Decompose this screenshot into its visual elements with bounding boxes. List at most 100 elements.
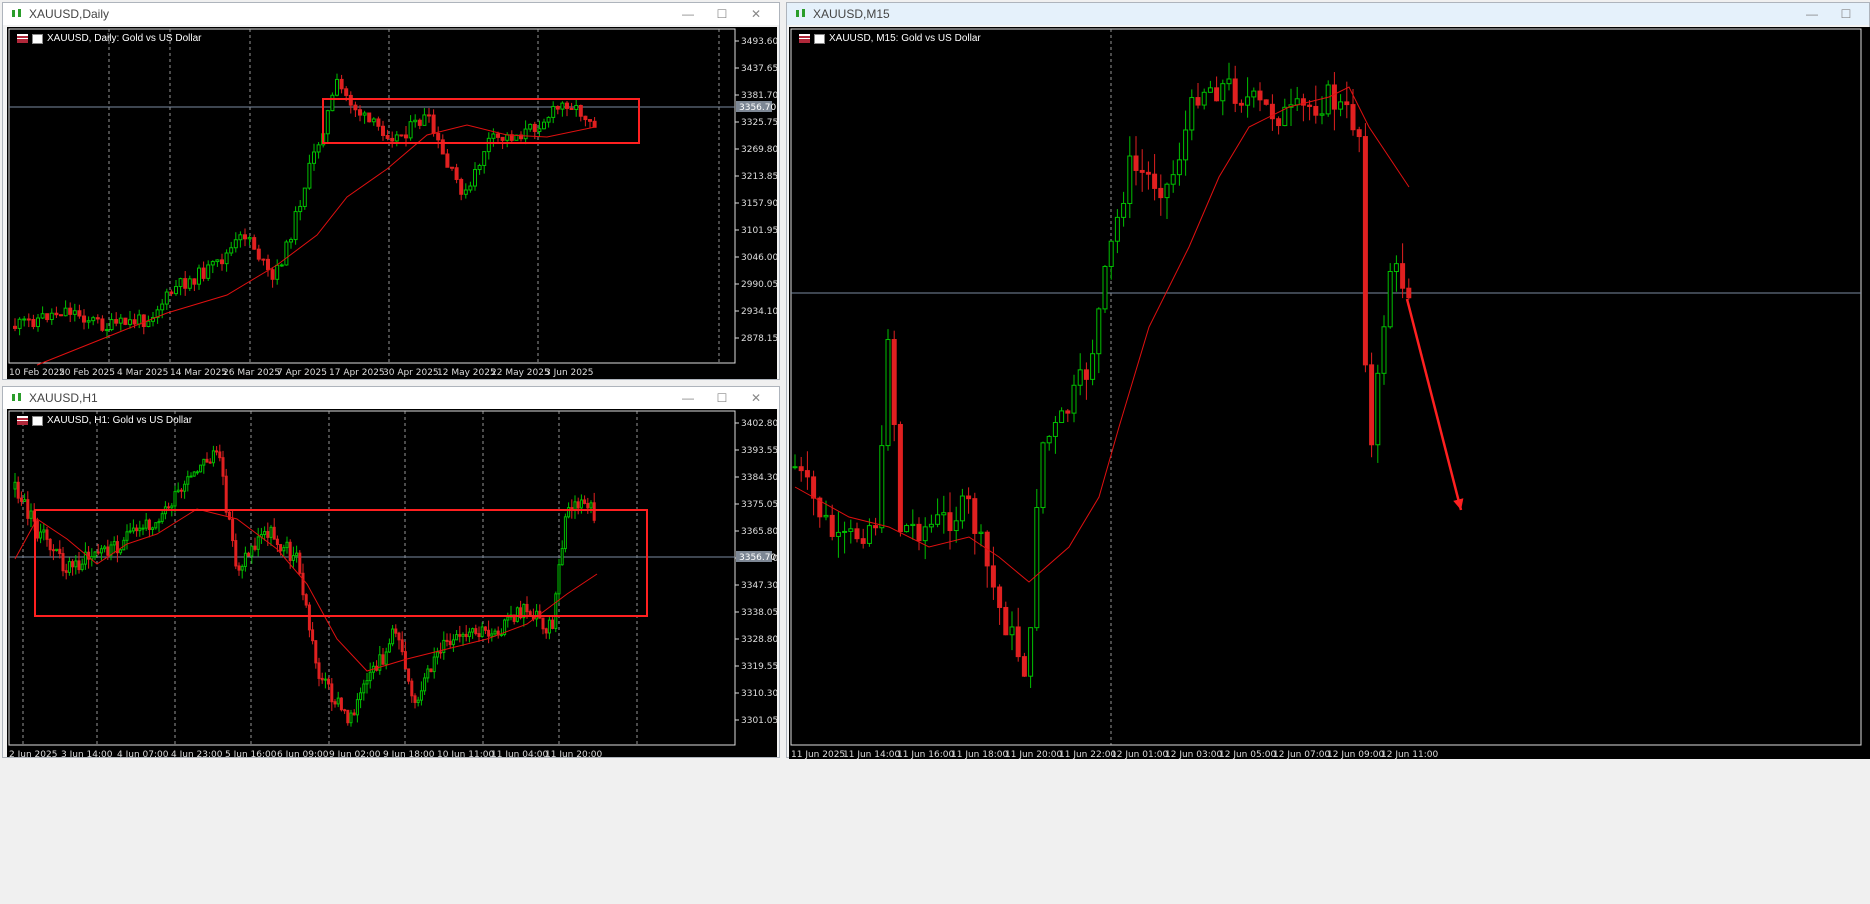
candle-body bbox=[486, 137, 491, 153]
candle-body bbox=[314, 640, 318, 664]
maximize-button[interactable]: ☐ bbox=[1829, 5, 1863, 23]
candle-body bbox=[169, 291, 174, 295]
chart-h1[interactable]: 3402.80 3393.55 3384.30 3375.05 3365.80 3356.… bbox=[7, 409, 777, 757]
candle-body bbox=[137, 314, 142, 325]
candle-body bbox=[176, 489, 180, 493]
candle-body bbox=[61, 553, 65, 572]
candle-body bbox=[164, 291, 169, 305]
candle-body bbox=[243, 234, 247, 240]
candle-body bbox=[454, 167, 459, 180]
time-label: 11 Jun 20:00 bbox=[1005, 750, 1062, 759]
candle-body bbox=[45, 313, 50, 321]
candle-body bbox=[471, 628, 475, 633]
candle-body bbox=[573, 501, 577, 511]
candle-body bbox=[792, 466, 798, 469]
price-label: 3393.55 bbox=[741, 446, 777, 456]
candle-body bbox=[1400, 263, 1406, 289]
candle-body bbox=[1102, 265, 1108, 310]
candle-body bbox=[436, 133, 441, 141]
chart-daily[interactable]: 3493.60 3437.65 3381.70 3325.75 3269.80 3213.… bbox=[7, 27, 777, 379]
candle-body bbox=[576, 501, 580, 509]
candle-body bbox=[40, 313, 45, 319]
close-button[interactable]: ✕ bbox=[739, 5, 773, 23]
candle-body bbox=[301, 572, 305, 596]
candle-body bbox=[109, 319, 114, 331]
chart-m15[interactable]: 11 Jun 2025 11 Jun 14:00 11 Jun 16:00 11 Ju… bbox=[789, 27, 1870, 759]
price-label: 3402.80 bbox=[741, 419, 777, 429]
window-daily[interactable]: XAUUSD,Daily — ☐ ✕ 3493.60 3437.65 3381.70… bbox=[2, 2, 780, 380]
candle-body bbox=[947, 512, 953, 532]
candle-body bbox=[381, 125, 385, 136]
candle-body bbox=[362, 112, 367, 116]
candle-body bbox=[574, 104, 579, 110]
candle-body bbox=[1313, 105, 1319, 116]
titlebar-m15[interactable]: XAUUSD,M15 — ☐ bbox=[787, 3, 1869, 25]
candle-body bbox=[54, 312, 59, 316]
minimize-button[interactable]: — bbox=[671, 389, 705, 407]
candle-body bbox=[95, 317, 100, 320]
candle-body bbox=[279, 544, 283, 552]
candle-body bbox=[183, 278, 188, 289]
candle-body bbox=[1164, 183, 1170, 199]
candle-body bbox=[125, 531, 129, 541]
candle-body bbox=[275, 264, 280, 280]
candle-body bbox=[1406, 287, 1412, 299]
price-label: 3046.00 bbox=[741, 253, 777, 263]
time-label: 12 Jun 01:00 bbox=[1111, 750, 1168, 759]
candle-body bbox=[1176, 159, 1182, 176]
window-m15[interactable]: XAUUSD,M15 — ☐ 11 Jun 2025 11 Jun 14:00 11… bbox=[786, 2, 1870, 759]
candle-body bbox=[429, 668, 433, 673]
window-h1[interactable]: XAUUSD,H1 — ☐ ✕ 3402.80 3393.55 3384.30 337… bbox=[2, 386, 780, 758]
candle-body bbox=[312, 151, 316, 164]
close-button[interactable]: ✕ bbox=[739, 389, 773, 407]
candle-body bbox=[293, 211, 298, 241]
candle-body bbox=[1046, 435, 1052, 444]
candle-body bbox=[261, 258, 266, 261]
titlebar-daily[interactable]: XAUUSD,Daily — ☐ ✕ bbox=[3, 3, 779, 25]
candle-body bbox=[477, 633, 481, 638]
candle-body bbox=[579, 499, 583, 509]
candle-body bbox=[394, 628, 398, 634]
minimize-button[interactable]: — bbox=[671, 5, 705, 23]
candle-body bbox=[282, 547, 286, 552]
candle-body bbox=[358, 109, 362, 116]
maximize-button[interactable]: ☐ bbox=[705, 389, 739, 407]
candle-body bbox=[59, 314, 63, 317]
candle-body bbox=[1065, 410, 1071, 414]
maximize-button[interactable]: ☐ bbox=[705, 5, 739, 23]
candle-body bbox=[106, 546, 110, 556]
candle-body bbox=[1133, 155, 1139, 171]
minimize-button[interactable]: — bbox=[1795, 5, 1829, 23]
candle-body bbox=[798, 466, 804, 472]
candle-body bbox=[233, 239, 238, 249]
candle-body bbox=[17, 318, 22, 329]
candle-body bbox=[218, 451, 222, 459]
candle-body bbox=[240, 565, 244, 571]
candle-body bbox=[252, 237, 257, 250]
price-label: 3375.05 bbox=[741, 500, 777, 510]
candle-body bbox=[58, 548, 62, 555]
candle-body bbox=[19, 497, 23, 502]
titlebar-h1[interactable]: XAUUSD,H1 — ☐ ✕ bbox=[3, 387, 779, 409]
time-label: 4 Jun 07:00 bbox=[117, 750, 169, 757]
time-label: 3 Jun 2025 bbox=[545, 368, 593, 378]
candle-body bbox=[333, 701, 337, 705]
candle-body bbox=[506, 616, 510, 621]
candle-body bbox=[532, 123, 537, 132]
candle-body bbox=[440, 139, 445, 155]
candle-body bbox=[367, 112, 372, 123]
candle-body bbox=[128, 319, 132, 325]
candle-body bbox=[391, 628, 395, 645]
candle-body bbox=[307, 604, 311, 631]
candle-body bbox=[227, 511, 231, 520]
candle-body bbox=[1294, 98, 1300, 106]
candle-body bbox=[323, 678, 327, 681]
candle-body bbox=[237, 565, 241, 571]
candle-body bbox=[1189, 97, 1195, 131]
candle-body bbox=[63, 307, 68, 317]
candle-body bbox=[997, 586, 1003, 608]
candle-body bbox=[359, 692, 363, 701]
time-label: 11 Jun 18:00 bbox=[951, 750, 1008, 759]
candle-body bbox=[55, 548, 59, 552]
candle-body bbox=[474, 628, 478, 635]
